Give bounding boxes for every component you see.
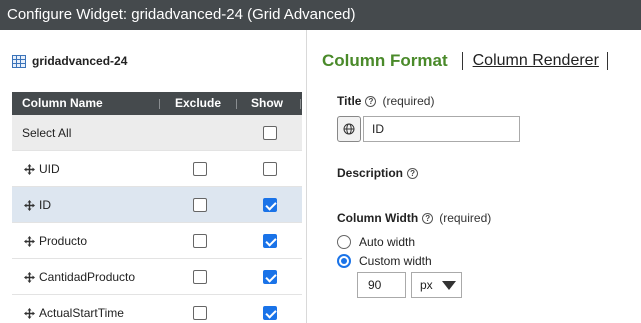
- tab-divider: [461, 52, 463, 70]
- custom-width-radio[interactable]: [337, 254, 351, 268]
- select-all-show-checkbox[interactable]: [263, 126, 277, 140]
- column-name-cell: ActualStartTime: [22, 295, 124, 323]
- show-checkbox[interactable]: [263, 270, 277, 284]
- grid-icon: [12, 54, 26, 68]
- header-show: Show: [251, 96, 283, 110]
- caret-down-icon: [442, 280, 456, 290]
- auto-width-label: Auto width: [359, 235, 416, 249]
- globe-icon: [343, 123, 355, 135]
- width-value-input[interactable]: [357, 272, 406, 298]
- width-unit-select[interactable]: px: [411, 272, 462, 298]
- tab-column-renderer[interactable]: Column Renderer: [473, 52, 599, 70]
- help-icon[interactable]: ?: [365, 95, 377, 107]
- auto-width-option[interactable]: Auto width: [337, 235, 415, 249]
- exclude-checkbox[interactable]: [193, 234, 207, 248]
- column-name-cell: CantidadProducto: [22, 259, 135, 295]
- column-name-cell: ID: [22, 187, 51, 223]
- select-all-row: Select All: [12, 115, 302, 151]
- tab-column-format[interactable]: Column Format: [322, 51, 448, 71]
- table-header: Column Name Exclude Show: [12, 92, 302, 115]
- description-label-text: Description: [337, 166, 404, 180]
- custom-width-label: Custom width: [359, 254, 432, 268]
- show-checkbox[interactable]: [263, 198, 277, 212]
- header-exclude: Exclude: [175, 96, 222, 110]
- tab-bar: Column Format Column Renderer: [322, 50, 608, 72]
- column-width-label-text: Column Width: [337, 211, 419, 225]
- select-all-label: Select All: [22, 126, 72, 140]
- show-checkbox[interactable]: [263, 162, 277, 176]
- table-row[interactable]: UID: [12, 151, 302, 187]
- column-name-label: UID: [39, 162, 60, 176]
- tab-divider: [606, 52, 608, 70]
- title-field-label: Title ? (required): [337, 94, 434, 108]
- header-divider[interactable]: [236, 99, 237, 109]
- table-row[interactable]: Producto: [12, 223, 302, 259]
- move-handle-icon[interactable]: [24, 271, 35, 283]
- table-row[interactable]: CantidadProducto: [12, 259, 302, 295]
- show-checkbox[interactable]: [263, 234, 277, 248]
- localize-button[interactable]: [337, 116, 361, 142]
- column-name-label: Producto: [39, 234, 88, 248]
- table-row[interactable]: ID: [12, 187, 302, 223]
- move-handle-icon[interactable]: [24, 235, 35, 247]
- required-text: (required): [439, 211, 492, 225]
- header-column-name: Column Name: [22, 96, 103, 110]
- description-field-label: Description ?: [337, 166, 419, 180]
- columns-table: Column Name Exclude Show Select All UID I…: [12, 92, 302, 323]
- column-name-label: ID: [39, 198, 51, 212]
- columns-panel: gridadvanced-24 Column Name Exclude Show…: [0, 30, 307, 323]
- widget-name-label: gridadvanced-24: [32, 54, 128, 68]
- column-name-label: CantidadProducto: [39, 270, 136, 284]
- custom-width-option[interactable]: Custom width: [337, 254, 432, 268]
- help-icon[interactable]: ?: [422, 212, 434, 224]
- column-name-label: ActualStartTime: [39, 306, 124, 320]
- column-name-cell: Producto: [22, 223, 87, 259]
- auto-width-radio[interactable]: [337, 235, 351, 249]
- exclude-checkbox[interactable]: [193, 162, 207, 176]
- column-width-field-label: Column Width ? (required): [337, 211, 491, 225]
- exclude-checkbox[interactable]: [193, 270, 207, 284]
- move-handle-icon[interactable]: [24, 163, 35, 175]
- move-handle-icon[interactable]: [24, 199, 35, 211]
- show-checkbox[interactable]: [263, 306, 277, 320]
- header-divider[interactable]: [300, 99, 301, 109]
- table-row[interactable]: ActualStartTime: [12, 295, 302, 323]
- header-divider[interactable]: [159, 99, 160, 109]
- widget-name: gridadvanced-24: [12, 54, 127, 68]
- title-input[interactable]: [363, 116, 520, 142]
- help-icon[interactable]: ?: [407, 167, 419, 179]
- title-label-text: Title: [337, 94, 362, 108]
- move-handle-icon[interactable]: [24, 307, 35, 319]
- column-name-cell: UID: [22, 151, 60, 187]
- window-title: Configure Widget: gridadvanced-24 (Grid …: [0, 0, 641, 30]
- exclude-checkbox[interactable]: [193, 306, 207, 320]
- required-text: (required): [382, 94, 435, 108]
- exclude-checkbox[interactable]: [193, 198, 207, 212]
- width-unit-value: px: [420, 278, 433, 292]
